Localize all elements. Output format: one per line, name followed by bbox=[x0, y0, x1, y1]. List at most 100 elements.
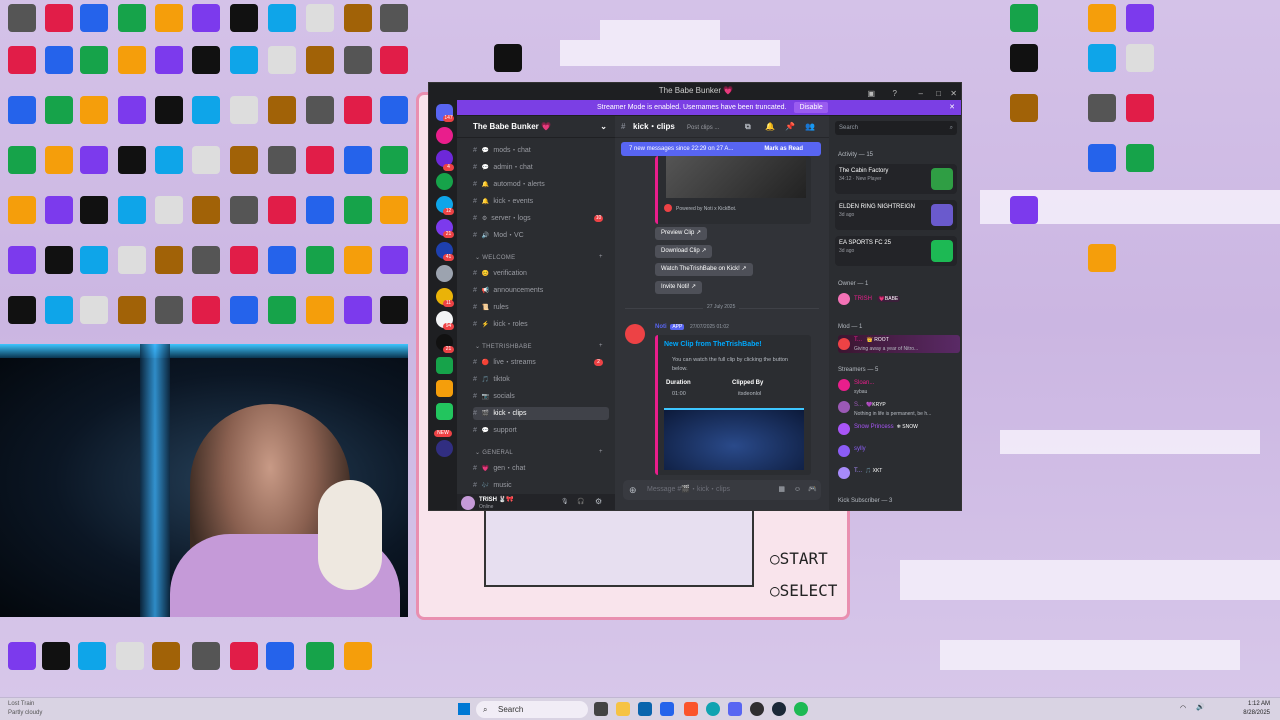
add-channel-icon[interactable]: + bbox=[599, 449, 603, 455]
desktop-shortcut-icon[interactable] bbox=[155, 196, 183, 224]
server-icon[interactable] bbox=[436, 440, 453, 457]
desktop-shortcut-icon[interactable] bbox=[192, 296, 220, 324]
desktop-shortcut-icon[interactable] bbox=[45, 96, 73, 124]
channel-item[interactable]: # 🎬 kick・clips bbox=[473, 407, 609, 420]
desktop-shortcut-icon[interactable] bbox=[192, 4, 220, 32]
brave-browser-icon[interactable] bbox=[684, 702, 698, 716]
desktop-shortcut-icon[interactable] bbox=[1010, 94, 1038, 122]
desktop-shortcut-icon[interactable] bbox=[192, 46, 220, 74]
file-explorer-icon[interactable] bbox=[616, 702, 630, 716]
desktop-shortcut-icon[interactable] bbox=[1126, 144, 1154, 172]
desktop-shortcut-icon[interactable] bbox=[8, 246, 36, 274]
server-icon[interactable] bbox=[436, 380, 453, 397]
add-attachment-icon[interactable]: ⊕ bbox=[629, 480, 637, 500]
desktop-shortcut-icon[interactable] bbox=[8, 4, 36, 32]
member-mod[interactable]: T... 👑 ROOT Giving away a year of Nitro.… bbox=[838, 335, 960, 353]
desktop-shortcut-icon[interactable] bbox=[306, 246, 334, 274]
desktop-shortcut-icon[interactable] bbox=[155, 246, 183, 274]
desktop-shortcut-icon[interactable] bbox=[230, 296, 258, 324]
desktop-shortcut-icon[interactable] bbox=[380, 96, 408, 124]
new-messages-bar[interactable]: 7 new messages since 22:29 on 27 A... Ma… bbox=[621, 142, 821, 156]
desktop-shortcut-icon[interactable] bbox=[344, 96, 372, 124]
desktop-shortcut-icon[interactable] bbox=[268, 4, 296, 32]
category-header[interactable]: ⌄ THETRISHBABE + bbox=[475, 343, 603, 350]
desktop-shortcut-icon[interactable] bbox=[1126, 44, 1154, 72]
windows-start-icon[interactable] bbox=[458, 703, 470, 715]
desktop-shortcut-icon[interactable] bbox=[268, 246, 296, 274]
desktop-shortcut-icon[interactable] bbox=[192, 196, 220, 224]
desktop-shortcut-icon[interactable] bbox=[1088, 4, 1116, 32]
desktop-shortcut-icon[interactable] bbox=[116, 642, 144, 670]
desktop-shortcut-icon[interactable] bbox=[8, 96, 36, 124]
desktop-shortcut-icon[interactable] bbox=[306, 96, 334, 124]
channel-item[interactable]: # 🔔 automod・alerts bbox=[473, 178, 609, 191]
channel-item[interactable]: # 🔊 Mod・VC bbox=[473, 229, 609, 242]
desktop-shortcut-icon[interactable] bbox=[268, 196, 296, 224]
member-owner[interactable]: TRISH 💗BABE bbox=[838, 292, 960, 306]
server-icon[interactable] bbox=[436, 127, 453, 144]
add-channel-icon[interactable]: + bbox=[599, 254, 603, 260]
gift-icon[interactable]: ▦ bbox=[778, 480, 785, 500]
activity-card[interactable]: The Cabin Factory 34:12 · New Player bbox=[835, 164, 957, 194]
desktop-shortcut-icon[interactable] bbox=[155, 96, 183, 124]
channel-item[interactable]: # 📜 rules bbox=[473, 301, 609, 314]
microsoft-store-icon[interactable] bbox=[660, 702, 674, 716]
desktop-shortcut-icon[interactable] bbox=[192, 642, 220, 670]
desktop-shortcut-icon[interactable] bbox=[230, 642, 258, 670]
desktop-shortcut-icon[interactable] bbox=[80, 296, 108, 324]
server-icon[interactable] bbox=[436, 173, 453, 190]
desktop-shortcut-icon[interactable] bbox=[1088, 244, 1116, 272]
disable-button[interactable]: Disable bbox=[794, 102, 828, 113]
activity-card[interactable]: ELDEN RING NIGHTREIGN 3d ago bbox=[835, 200, 957, 230]
channel-item[interactable]: # 📷 socials bbox=[473, 390, 609, 403]
desktop-shortcut-icon[interactable] bbox=[155, 296, 183, 324]
desktop-shortcut-icon[interactable] bbox=[344, 196, 372, 224]
members-icon[interactable]: 👥 bbox=[805, 116, 815, 138]
channel-item[interactable]: # ⚡ kick・roles bbox=[473, 318, 609, 331]
steam-icon[interactable] bbox=[772, 702, 786, 716]
desktop-shortcut-icon[interactable] bbox=[230, 4, 258, 32]
banner-close-icon[interactable]: ✕ bbox=[949, 100, 955, 115]
server-icon[interactable] bbox=[436, 403, 453, 420]
desktop-shortcut-icon[interactable] bbox=[80, 196, 108, 224]
mark-read-button[interactable]: Mark as Read bbox=[764, 142, 803, 156]
channel-item[interactable]: # 😊 verification bbox=[473, 267, 609, 280]
desktop-shortcut-icon[interactable] bbox=[344, 4, 372, 32]
desktop-shortcut-icon[interactable] bbox=[380, 4, 408, 32]
desktop-shortcut-icon[interactable] bbox=[1126, 94, 1154, 122]
desktop-shortcut-icon[interactable] bbox=[380, 246, 408, 274]
channel-item[interactable]: # 🎶 music bbox=[473, 479, 609, 492]
member-streamer[interactable]: S... 💜KRYP Nothing in life is permanent, b… bbox=[838, 400, 960, 420]
desktop-shortcut-icon[interactable] bbox=[344, 146, 372, 174]
invite-noti-button[interactable]: Invite Noti! ↗ bbox=[655, 281, 703, 294]
desktop-shortcut-icon[interactable] bbox=[1126, 4, 1154, 32]
watch-on-kick-button[interactable]: Watch TheTrishBabe on Kick! ↗ bbox=[655, 263, 753, 276]
activity-card[interactable]: EA SPORTS FC 25 3d ago bbox=[835, 236, 957, 266]
desktop-shortcut-icon[interactable] bbox=[8, 296, 36, 324]
clip-thumbnail[interactable] bbox=[666, 156, 806, 198]
message-composer[interactable]: ⊕ Message #🎬・kick・clips ▦ ☺ 🎮 bbox=[623, 480, 821, 500]
desktop-shortcut-icon[interactable] bbox=[80, 96, 108, 124]
desktop-shortcut-icon[interactable] bbox=[306, 296, 334, 324]
discord-taskbar-icon[interactable] bbox=[728, 702, 742, 716]
desktop-shortcut-icon[interactable] bbox=[155, 46, 183, 74]
desktop-shortcut-icon[interactable] bbox=[1010, 44, 1038, 72]
desktop-shortcut-icon[interactable] bbox=[78, 642, 106, 670]
channel-item[interactable]: # 💬 mods・chat bbox=[473, 144, 609, 157]
channel-item[interactable]: # 🔴 live・streams 2 bbox=[473, 356, 609, 369]
desktop-shortcut-icon[interactable] bbox=[80, 246, 108, 274]
kick-server-icon[interactable] bbox=[436, 357, 453, 374]
desktop-shortcut-icon[interactable] bbox=[45, 46, 73, 74]
desktop-shortcut-icon[interactable] bbox=[306, 46, 334, 74]
desktop-shortcut-icon[interactable] bbox=[118, 246, 146, 274]
member-streamer[interactable]: T... 🎵 XKT bbox=[838, 466, 960, 486]
desktop-shortcut-icon[interactable] bbox=[45, 4, 73, 32]
desktop-shortcut-icon[interactable] bbox=[45, 296, 73, 324]
guild-header[interactable]: The Babe Bunker 💗 ⌄ bbox=[457, 116, 615, 138]
desktop-shortcut-icon[interactable] bbox=[1010, 196, 1038, 224]
desktop-shortcut-icon[interactable] bbox=[230, 146, 258, 174]
desktop-shortcut-icon[interactable] bbox=[1088, 144, 1116, 172]
desktop-shortcut-icon[interactable] bbox=[268, 96, 296, 124]
desktop-shortcut-icon[interactable] bbox=[380, 196, 408, 224]
desktop-shortcut-icon[interactable] bbox=[42, 642, 70, 670]
